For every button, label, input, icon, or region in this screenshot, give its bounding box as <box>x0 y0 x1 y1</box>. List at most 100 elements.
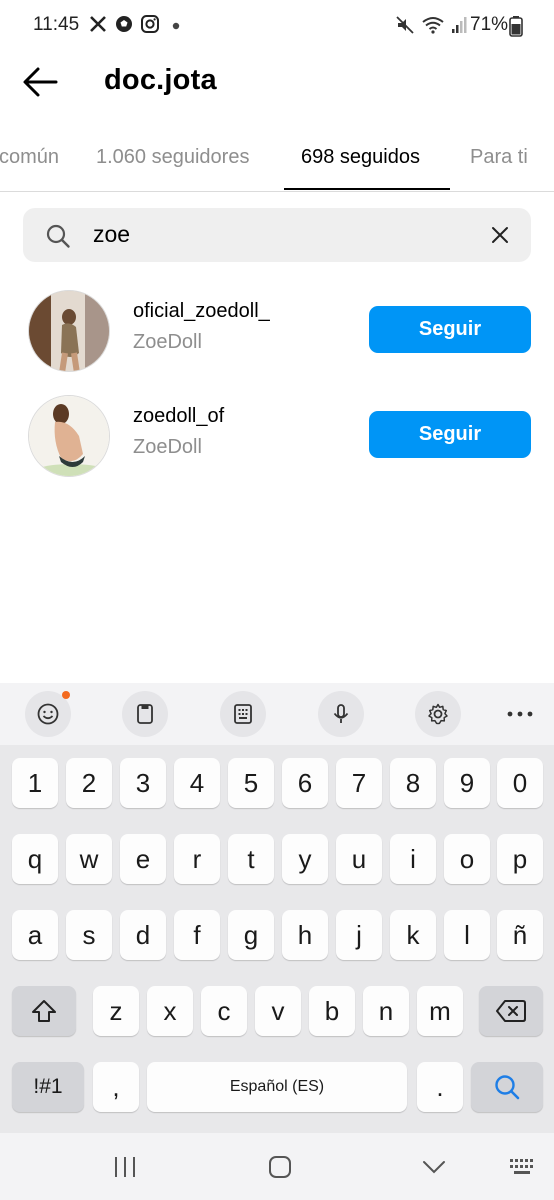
avatar[interactable] <box>28 290 110 372</box>
key[interactable]: 2 <box>66 758 112 808</box>
tab-following[interactable]: 698 seguidos <box>301 146 420 169</box>
key[interactable]: 6 <box>282 758 328 808</box>
key[interactable]: a <box>12 910 58 960</box>
home-icon <box>269 1156 291 1178</box>
symbols-key[interactable]: !#1 <box>12 1062 84 1112</box>
key[interactable]: e <box>120 834 166 884</box>
key[interactable]: 9 <box>444 758 490 808</box>
key[interactable]: b <box>309 986 355 1036</box>
follow-button[interactable]: Seguir <box>369 411 531 458</box>
clipboard-button[interactable] <box>122 691 168 737</box>
arrow-left-icon <box>23 67 58 97</box>
status-bar: 11:45 71% <box>0 0 554 52</box>
search-key[interactable] <box>471 1062 543 1112</box>
microphone-icon <box>333 704 349 723</box>
soccer-ball-icon <box>114 14 134 39</box>
key[interactable]: ñ <box>497 910 543 960</box>
period-key[interactable]: . <box>417 1062 463 1112</box>
key[interactable]: p <box>497 834 543 884</box>
more-horizontal-icon <box>507 711 533 717</box>
key[interactable]: r <box>174 834 220 884</box>
key[interactable]: o <box>444 834 490 884</box>
key[interactable]: 1 <box>12 758 58 808</box>
key[interactable]: l <box>444 910 490 960</box>
key[interactable]: s <box>66 910 112 960</box>
keyboard-keys: 1 2 3 4 5 6 7 8 9 0 q w e r t y u i o p … <box>0 745 554 1133</box>
key[interactable]: f <box>174 910 220 960</box>
key[interactable]: i <box>390 834 436 884</box>
close-icon <box>492 227 508 243</box>
key[interactable]: g <box>228 910 274 960</box>
dot-icon <box>172 17 180 35</box>
follow-button[interactable]: Seguir <box>369 306 531 353</box>
recent-apps-icon <box>115 1157 135 1177</box>
key[interactable]: 0 <box>497 758 543 808</box>
list-item[interactable]: zoedoll_of ZoeDoll Seguir <box>0 395 554 495</box>
backspace-key[interactable] <box>479 986 543 1036</box>
tab-followers[interactable]: 1.060 seguidores <box>96 146 249 169</box>
system-navigation-bar <box>0 1133 554 1200</box>
search-input[interactable]: zoe <box>23 208 531 262</box>
key[interactable]: c <box>201 986 247 1036</box>
shift-key[interactable] <box>12 986 76 1036</box>
key[interactable]: x <box>147 986 193 1036</box>
clipboard-icon <box>137 704 153 724</box>
wifi-icon <box>421 15 445 40</box>
back-nav-button[interactable] <box>420 1157 448 1182</box>
avatar[interactable] <box>28 395 110 477</box>
display-name: ZoeDoll <box>133 436 202 458</box>
shift-icon <box>32 1000 56 1022</box>
key[interactable]: v <box>255 986 301 1036</box>
tab-mutual[interactable]: común <box>0 146 59 169</box>
keyboard-switch-button[interactable] <box>508 1157 538 1182</box>
key[interactable]: k <box>390 910 436 960</box>
emoji-icon <box>37 703 59 725</box>
clear-search-button[interactable] <box>489 224 511 246</box>
clock: 11:45 <box>33 14 80 35</box>
key[interactable]: 4 <box>174 758 220 808</box>
list-item[interactable]: oficial_zoedoll_ ZoeDoll Seguir <box>0 290 554 390</box>
keyboard-layout-button[interactable] <box>220 691 266 737</box>
key[interactable]: u <box>336 834 382 884</box>
keyboard-settings-button[interactable] <box>415 691 461 737</box>
tab-bar: común 1.060 seguidores 698 seguidos Para… <box>0 132 554 192</box>
key[interactable]: 3 <box>120 758 166 808</box>
key[interactable]: t <box>228 834 274 884</box>
key[interactable]: d <box>120 910 166 960</box>
search-icon <box>495 1075 520 1100</box>
keypad-icon <box>234 704 252 724</box>
home-button[interactable] <box>267 1154 293 1185</box>
top-app-bar: doc.jota <box>0 52 554 114</box>
key[interactable]: n <box>363 986 409 1036</box>
display-name: ZoeDoll <box>133 331 202 353</box>
search-query[interactable]: zoe <box>93 221 130 248</box>
voice-input-button[interactable] <box>318 691 364 737</box>
username[interactable]: zoedoll_of <box>133 405 224 428</box>
chevron-down-icon <box>423 1161 445 1174</box>
username[interactable]: oficial_zoedoll_ <box>133 300 270 323</box>
key[interactable]: m <box>417 986 463 1036</box>
key[interactable]: 8 <box>390 758 436 808</box>
search-icon <box>45 223 71 254</box>
more-options-button[interactable] <box>500 703 542 728</box>
battery-icon <box>509 15 523 42</box>
backspace-icon <box>496 1000 526 1022</box>
back-button[interactable] <box>20 64 60 100</box>
key[interactable]: j <box>336 910 382 960</box>
space-key[interactable]: Español (ES) <box>147 1062 407 1112</box>
key[interactable]: z <box>93 986 139 1036</box>
signal-icon <box>451 16 467 39</box>
comma-key[interactable]: , <box>93 1062 139 1112</box>
notification-dot <box>62 691 70 699</box>
key[interactable]: w <box>66 834 112 884</box>
key[interactable]: 5 <box>228 758 274 808</box>
recent-apps-button[interactable] <box>112 1155 138 1184</box>
key[interactable]: h <box>282 910 328 960</box>
tab-suggested[interactable]: Para ti <box>470 146 528 169</box>
keyboard-icon <box>510 1159 533 1174</box>
key[interactable]: q <box>12 834 58 884</box>
key[interactable]: 7 <box>336 758 382 808</box>
key[interactable]: y <box>282 834 328 884</box>
page-title: doc.jota <box>104 64 217 96</box>
keyboard-toolbar <box>0 683 554 745</box>
